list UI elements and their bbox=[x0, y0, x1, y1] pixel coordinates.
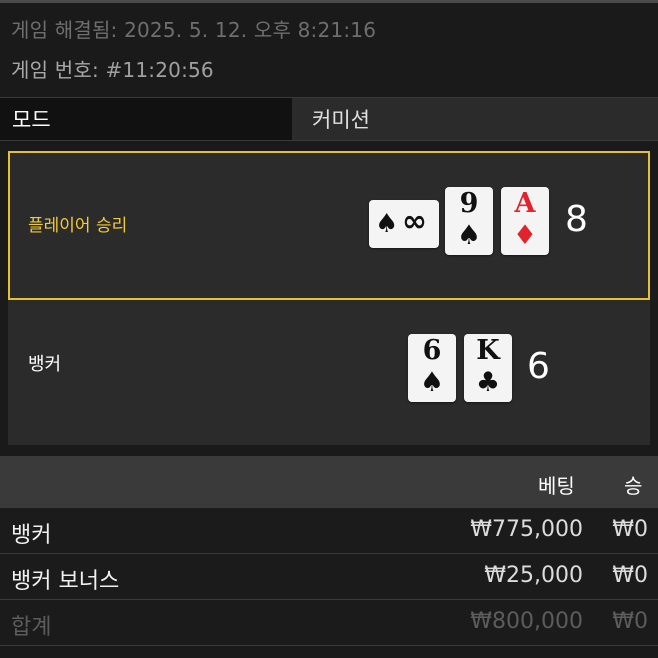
card-rank: 9 bbox=[459, 188, 479, 219]
playing-card: 9 ♠ bbox=[445, 187, 493, 255]
player-result-label: 플레이어 승리 bbox=[28, 216, 128, 236]
card-rank: A bbox=[514, 188, 536, 219]
total-bet-amount: ₩800,000 bbox=[470, 609, 583, 634]
bet-table-header: 베팅 승 bbox=[0, 456, 658, 508]
game-number-label: 게임 번호: bbox=[11, 58, 99, 82]
game-number-value: #11:20:56 bbox=[105, 58, 214, 82]
banker-label: 뱅커 bbox=[28, 354, 62, 375]
card-rank: K bbox=[476, 335, 500, 366]
spade-infinity-card: ♠ ∞ bbox=[369, 200, 439, 248]
diamond-icon: ♦ bbox=[512, 220, 538, 251]
tab-bar: 모드 커미션 bbox=[0, 97, 658, 141]
tab-commission-label: 커미션 bbox=[312, 108, 370, 132]
win-amount: ₩0 bbox=[612, 563, 648, 588]
tab-commission[interactable]: 커미션 bbox=[294, 98, 658, 140]
table-row: 뱅커 보너스 ₩25,000 ₩0 bbox=[0, 554, 658, 600]
resolved-time: 게임 해결됨: 2025. 5. 12. 오후 8:21:16 bbox=[11, 14, 376, 43]
bet-column-header: 베팅 bbox=[538, 474, 575, 498]
tab-mode[interactable]: 모드 bbox=[0, 98, 294, 140]
total-label: 합계 bbox=[11, 615, 52, 640]
spade-icon: ♠ bbox=[419, 367, 445, 398]
top-divider bbox=[0, 0, 658, 3]
card-rank: 6 bbox=[422, 335, 442, 366]
spade-icon: ♠ bbox=[456, 220, 482, 251]
banker-outcome: 뱅커 bbox=[8, 300, 650, 445]
tab-mode-label: 모드 bbox=[12, 108, 51, 132]
bet-amount: ₩25,000 bbox=[484, 563, 583, 588]
win-column-header: 승 bbox=[624, 474, 643, 498]
table-row: 뱅커 ₩775,000 ₩0 bbox=[0, 508, 658, 554]
playing-card: A ♦ bbox=[501, 187, 549, 255]
total-row: 합계 ₩800,000 ₩0 bbox=[0, 600, 658, 646]
bet-name: 뱅커 bbox=[11, 523, 52, 548]
banker-score: 6 bbox=[527, 346, 550, 387]
player-outcome: 플레이어 승리 bbox=[8, 151, 650, 300]
club-icon: ♣ bbox=[475, 367, 501, 398]
infinity-icon: ∞ bbox=[402, 204, 427, 239]
playing-card: 6 ♠ bbox=[408, 334, 456, 402]
resolved-value: 2025. 5. 12. 오후 8:21:16 bbox=[124, 18, 377, 42]
bet-name: 뱅커 보너스 bbox=[11, 569, 120, 594]
playing-card: K ♣ bbox=[464, 334, 512, 402]
player-score: 8 bbox=[565, 199, 588, 240]
win-amount: ₩0 bbox=[612, 517, 648, 542]
spade-icon: ♠ bbox=[375, 209, 399, 239]
resolved-label: 게임 해결됨: bbox=[11, 18, 118, 42]
bet-amount: ₩775,000 bbox=[470, 517, 583, 542]
game-number: 게임 번호: #11:20:56 bbox=[11, 54, 214, 83]
total-win-amount: ₩0 bbox=[612, 609, 648, 634]
